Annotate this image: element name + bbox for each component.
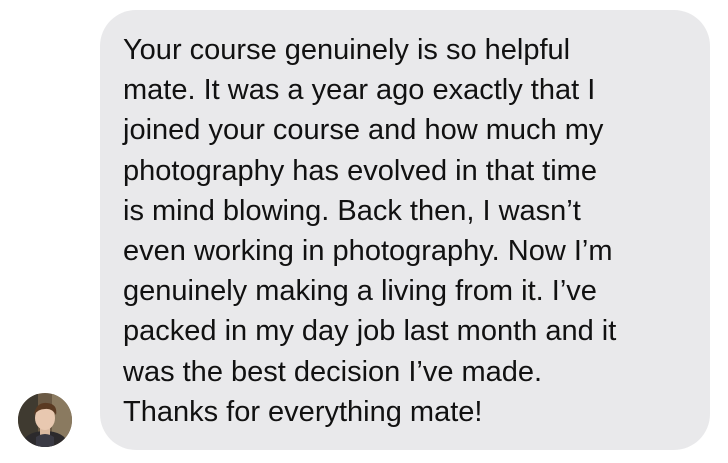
sender-avatar[interactable] [18,393,72,447]
message-line: photography has evolved in that time [123,154,597,187]
message-thread: Your course genuinely is so helpful mate… [0,0,728,463]
message-line: joined your course and how much my [123,114,604,147]
message-line: packed in my day job last month and it [123,315,617,348]
message-line: even working in photography. Now I’m [123,235,613,268]
message-line: genuinely making a living from it. I’ve [123,275,597,308]
message-bubble[interactable]: Your course genuinely is so helpful mate… [100,10,710,450]
message-line: mate. It was a year ago exactly that I [123,74,596,107]
message-line: was the best decision I’ve made. [123,355,543,388]
message-line: Your course genuinely is so helpful [123,34,571,66]
avatar-photo [18,393,72,447]
message-line: is mind blowing. Back then, I wasn’t [123,194,581,227]
message-line: Thanks for everything mate! [123,395,483,428]
